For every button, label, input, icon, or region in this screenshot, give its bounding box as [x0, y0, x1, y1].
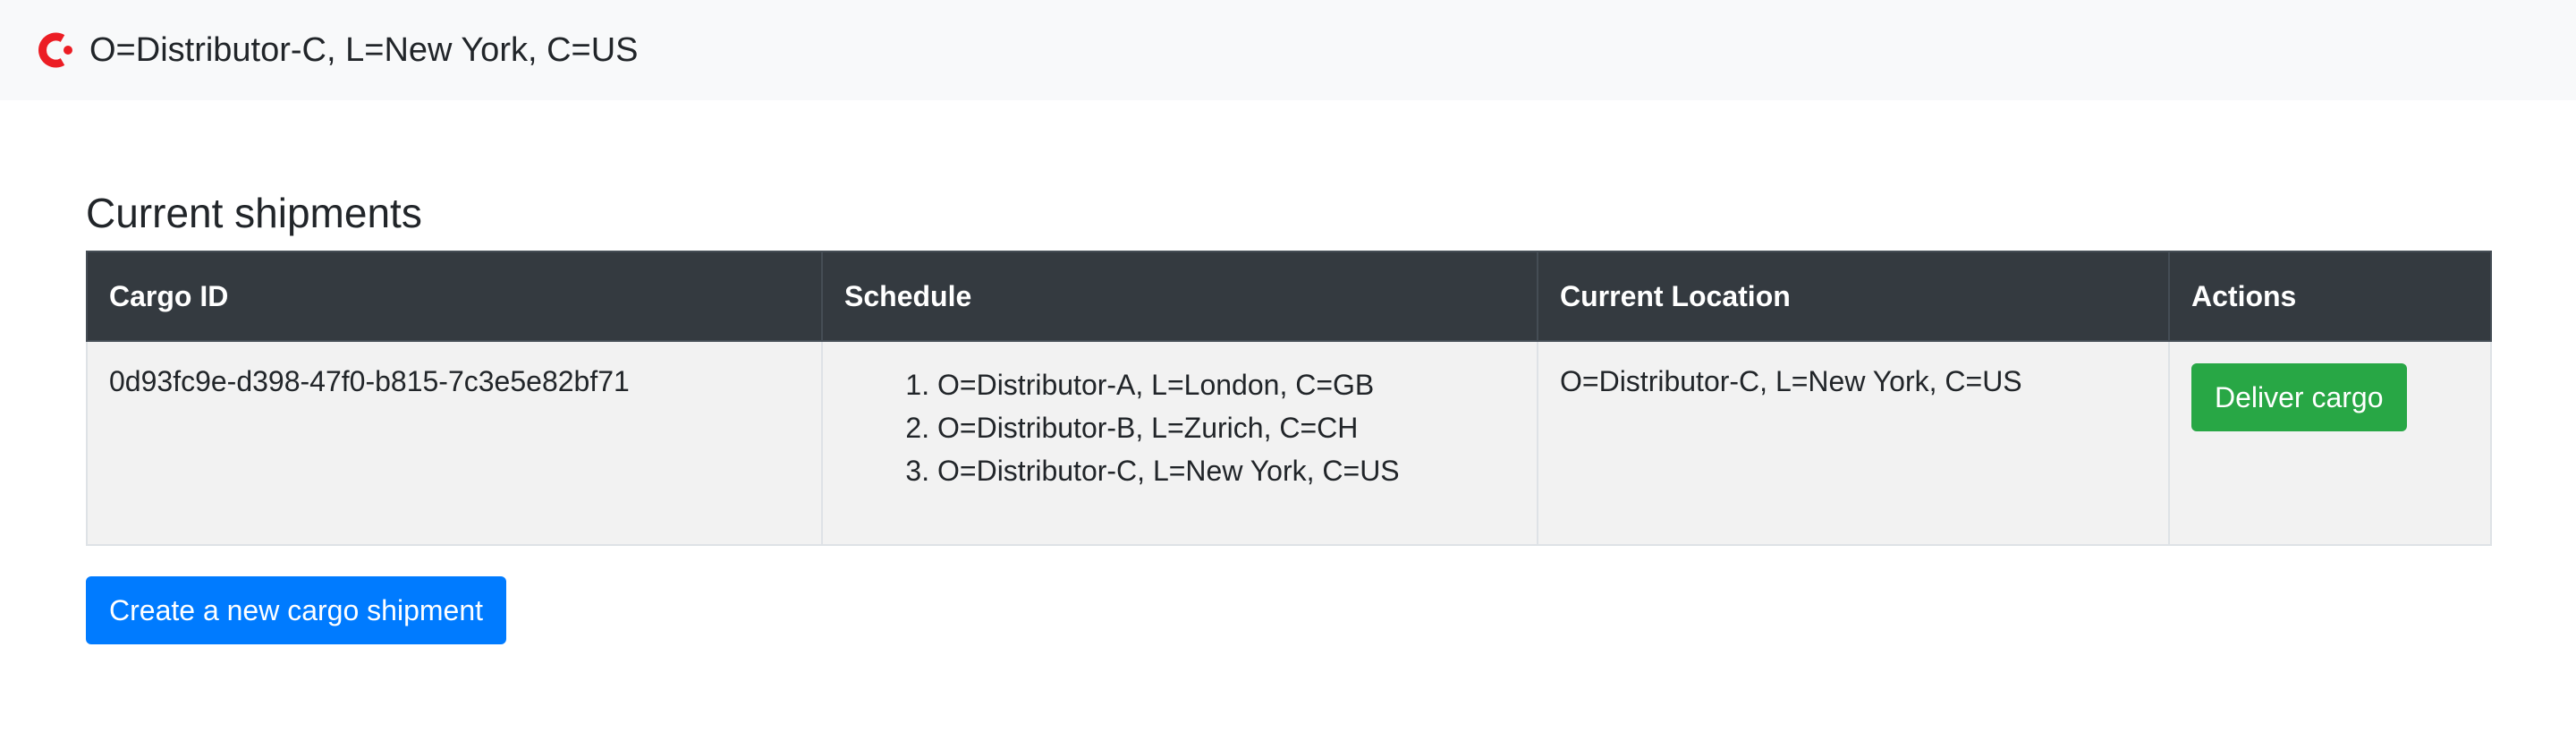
schedule-stop: O=Distributor-A, L=London, C=GB — [937, 363, 1515, 406]
corda-logo-icon[interactable] — [36, 30, 75, 70]
schedule-list: O=Distributor-A, L=London, C=GB O=Distri… — [844, 363, 1515, 492]
page-title: Current shipments — [86, 190, 422, 236]
shipments-table: Cargo ID Schedule Current Location Actio… — [86, 251, 2492, 546]
table-row: 0d93fc9e-d398-47f0-b815-7c3e5e82bf71 O=D… — [86, 340, 2492, 546]
column-header-cargo-id: Cargo ID — [86, 251, 823, 342]
column-header-schedule: Schedule — [821, 251, 1538, 342]
column-header-current-location: Current Location — [1537, 251, 2170, 342]
current-location: O=Distributor-C, L=New York, C=US — [1560, 365, 2022, 397]
create-cargo-shipment-button[interactable]: Create a new cargo shipment — [86, 576, 506, 644]
cargo-id: 0d93fc9e-d398-47f0-b815-7c3e5e82bf71 — [109, 365, 630, 397]
main-content: Current shipments Cargo ID Schedule Curr… — [86, 179, 2492, 644]
deliver-cargo-button[interactable]: Deliver cargo — [2191, 363, 2407, 431]
schedule-stop: O=Distributor-B, L=Zurich, C=CH — [937, 406, 1515, 449]
create-shipment-wrap: Create a new cargo shipment — [86, 576, 2490, 644]
column-header-actions: Actions — [2168, 251, 2492, 342]
current-location-cell: O=Distributor-C, L=New York, C=US — [1537, 340, 2170, 546]
cargo-id-cell: 0d93fc9e-d398-47f0-b815-7c3e5e82bf71 — [86, 340, 823, 546]
actions-cell: Deliver cargo — [2168, 340, 2492, 546]
top-navbar: O=Distributor-C, L=New York, C=US — [0, 0, 2576, 100]
table-header-row: Cargo ID Schedule Current Location Actio… — [86, 251, 2492, 342]
node-identity-title[interactable]: O=Distributor-C, L=New York, C=US — [89, 31, 639, 70]
schedule-cell: O=Distributor-A, L=London, C=GB O=Distri… — [821, 340, 1538, 546]
schedule-stop: O=Distributor-C, L=New York, C=US — [937, 449, 1515, 492]
